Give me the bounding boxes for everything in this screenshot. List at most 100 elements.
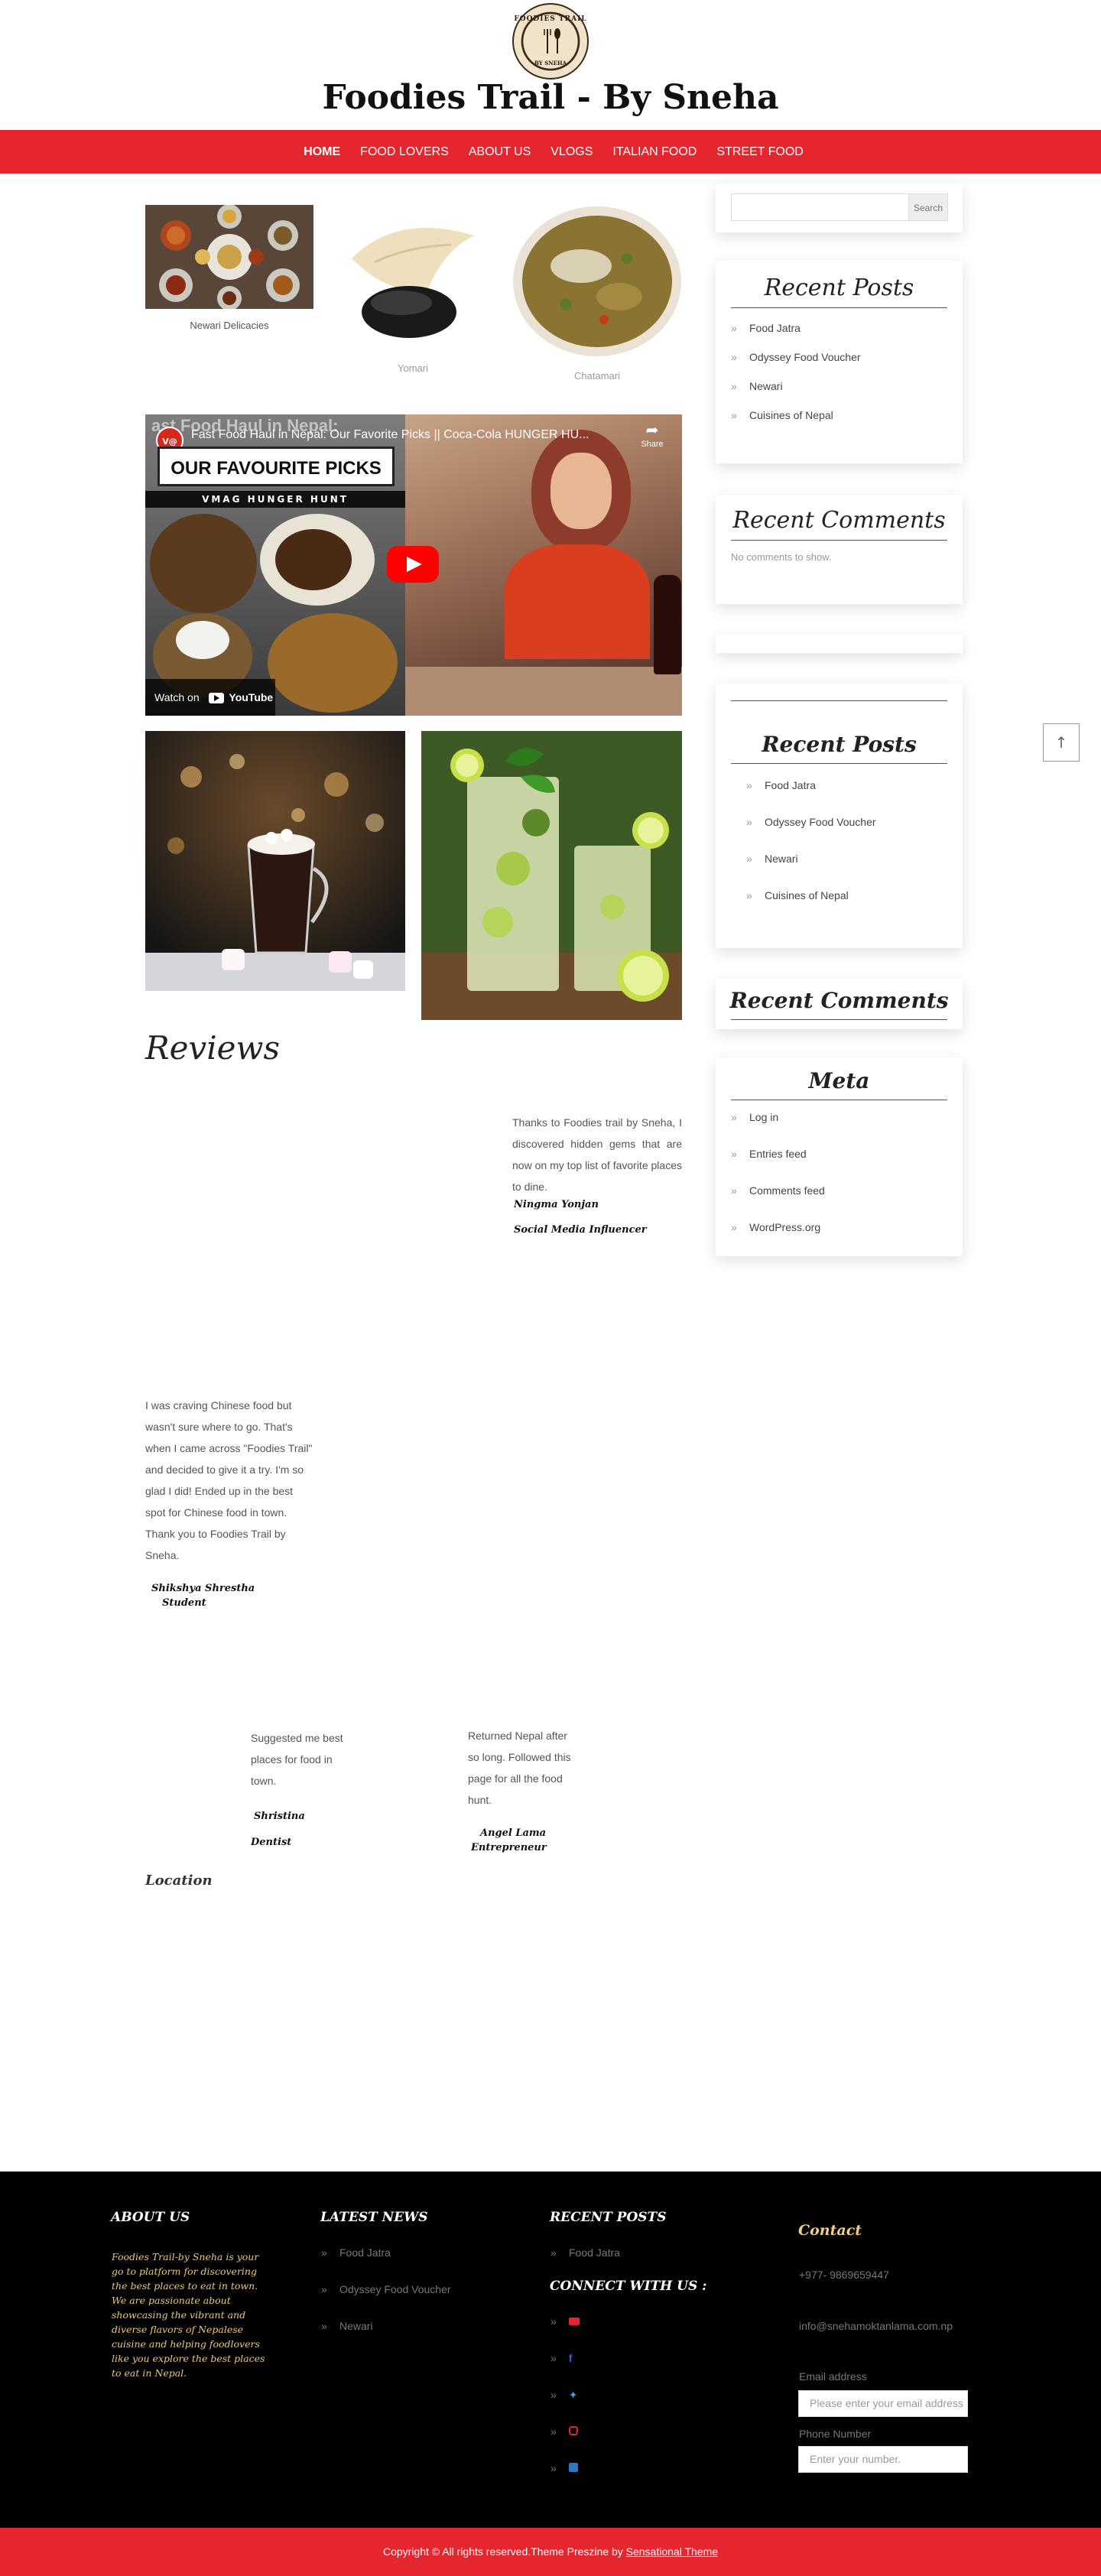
meta-link-comments-feed[interactable]: » Comments feed: [731, 1184, 947, 1221]
gallery-caption-newari: Newari Delicacies: [190, 320, 269, 331]
footer-email[interactable]: info@snehamoktanlama.com.np: [799, 2320, 953, 2332]
review-name-2: Shikshya Shrestha: [151, 1583, 255, 1594]
review-text-2: I was craving Chinese food but wasn't su…: [145, 1399, 313, 1561]
chevron-right-icon: »: [550, 2389, 557, 2401]
youtube-label: YouTube: [229, 691, 274, 703]
chevron-right-icon: »: [731, 1148, 737, 1160]
chevron-right-icon: »: [550, 2425, 557, 2438]
arrow-up-icon: ↑: [1054, 733, 1068, 752]
footer-news-link[interactable]: » Newari: [321, 2320, 451, 2357]
copyright-bar: Copyright © All rights reserved.Theme Pr…: [0, 2528, 1101, 2576]
image-mojito[interactable]: [421, 731, 682, 1020]
chevron-right-icon: »: [746, 853, 752, 865]
phone-field[interactable]: Enter your number.: [798, 2446, 968, 2473]
review-role-4: Entrepreneur: [471, 1842, 547, 1853]
site-title[interactable]: Foodies Trail - By Sneha: [0, 78, 1101, 117]
chevron-right-icon: »: [731, 1184, 737, 1197]
nav-item-home[interactable]: HOME: [294, 145, 350, 159]
meta-link-login[interactable]: » Log in: [731, 1111, 947, 1148]
recent-comments-widget-2: Recent Comments: [716, 979, 963, 1029]
footer-news-link[interactable]: » Odyssey Food Voucher: [321, 2283, 451, 2320]
video-subbanner: VMAG HUNGER HUNT: [145, 491, 405, 508]
review-role-3: Dentist: [251, 1837, 292, 1848]
chevron-right-icon: »: [321, 2246, 327, 2259]
utensils-icon: [544, 28, 560, 54]
nav-item-vlogs[interactable]: VLOGS: [541, 145, 602, 159]
recent-post-link[interactable]: » Cuisines of Nepal: [731, 409, 947, 438]
recent-post-link[interactable]: » Newari: [746, 853, 947, 889]
review-name-3: Shristina: [254, 1811, 305, 1822]
footer-latest-news-list: » Food Jatra » Odyssey Food Voucher » Newar…: [321, 2246, 451, 2357]
chevron-right-icon: »: [746, 816, 752, 828]
review-role-2: Student: [162, 1597, 206, 1609]
review-role-1: Social Media Influencer: [514, 1224, 647, 1236]
chevron-right-icon: »: [321, 2283, 327, 2295]
footer-about-text: Foodies Trail-by Sneha is your go to pla…: [112, 2251, 265, 2379]
recent-post-link[interactable]: » Newari: [731, 380, 947, 409]
share-label: Share: [641, 440, 664, 449]
footer-post-link[interactable]: » Food Jatra: [550, 2246, 620, 2269]
search-input[interactable]: [731, 193, 909, 221]
footer-recent-posts-title: RECENT POSTS: [550, 2210, 667, 2225]
watch-on-youtube-button[interactable]: Watch on YouTube: [145, 679, 275, 716]
gallery-image-chatamari[interactable]: [512, 205, 682, 358]
social-link-linkedin[interactable]: »: [550, 2462, 578, 2474]
footer-about-title: ABOUT US: [111, 2210, 190, 2225]
recent-post-link[interactable]: » Food Jatra: [731, 322, 947, 351]
gallery-caption-yomari: Yomari: [398, 362, 428, 374]
logo-text-top: FOODIES TRAIL: [514, 15, 587, 23]
nav-item-food-lovers[interactable]: FOOD LOVERS: [350, 145, 459, 159]
chevron-right-icon: »: [550, 2246, 557, 2259]
chevron-right-icon: »: [550, 2352, 557, 2364]
share-button[interactable]: ➦ Share: [633, 421, 671, 449]
copyright-text: Copyright © All rights reserved.Theme Pr…: [382, 2545, 626, 2558]
phone-field-label: Phone Number: [799, 2428, 872, 2440]
footer-news-link[interactable]: » Food Jatra: [321, 2246, 451, 2283]
no-comments-text: No comments to show.: [731, 551, 832, 563]
footer-phone[interactable]: +977- 9869659447: [799, 2269, 889, 2281]
reviews-title: Reviews: [145, 1029, 280, 1067]
location-title: Location: [145, 1873, 213, 1889]
recent-posts-title: Recent Posts: [764, 274, 914, 301]
instagram-icon: [568, 2426, 578, 2435]
footer-recent-posts-list: » Food Jatra: [550, 2246, 620, 2269]
youtube-video-embed[interactable]: ast Food Haul in Nepal: V@ Fast Food Hau…: [145, 414, 682, 716]
image-hot-chocolate[interactable]: [145, 731, 405, 991]
recent-post-link[interactable]: » Cuisines of Nepal: [746, 889, 947, 926]
recent-post-link[interactable]: » Odyssey Food Voucher: [731, 351, 947, 380]
theme-credit-link[interactable]: Sensational Theme: [626, 2545, 718, 2558]
share-icon: ➦: [645, 422, 659, 439]
recent-post-link[interactable]: » Odyssey Food Voucher: [746, 816, 947, 853]
gallery-caption-chatamari: Chatamari: [574, 370, 620, 382]
search-widget: Search: [716, 184, 963, 232]
social-link-instagram[interactable]: »: [550, 2425, 578, 2438]
recent-post-link[interactable]: » Food Jatra: [746, 779, 947, 816]
recent-posts-widget-2: Recent Posts » Food Jatra » Odyssey Food V…: [716, 684, 963, 948]
social-link-youtube[interactable]: »: [550, 2315, 580, 2327]
chevron-right-icon: »: [550, 2315, 557, 2327]
social-link-facebook[interactable]: » f: [550, 2352, 572, 2364]
nav-item-street-food[interactable]: STREET FOOD: [706, 145, 814, 159]
review-name-4: Angel Lama: [480, 1827, 547, 1839]
video-title[interactable]: Fast Food Haul in Nepal: Our Favorite Pi…: [191, 428, 619, 442]
chevron-right-icon: »: [321, 2320, 327, 2332]
site-logo[interactable]: FOODIES TRAIL BY SNEHA: [512, 3, 589, 80]
chevron-right-icon: »: [746, 779, 752, 791]
site-header: FOODIES TRAIL BY SNEHA Foodies Trail - B…: [0, 0, 1101, 130]
review-text-3: Suggested me best places for food in tow…: [251, 1732, 343, 1787]
play-button[interactable]: [387, 546, 439, 583]
meta-link-entries-feed[interactable]: » Entries feed: [731, 1148, 947, 1184]
nav-item-about-us[interactable]: ABOUT US: [459, 145, 541, 159]
video-banner: OUR FAVOURITE PICKS: [158, 447, 395, 486]
gallery-image-yomari[interactable]: [329, 205, 497, 349]
chevron-right-icon: »: [731, 1221, 737, 1233]
gallery-image-newari[interactable]: [145, 205, 313, 309]
meta-link-wordpress[interactable]: » WordPress.org: [731, 1221, 947, 1258]
email-field[interactable]: Please enter your email address: [798, 2390, 968, 2417]
nav-item-italian-food[interactable]: ITALIAN FOOD: [602, 145, 706, 159]
twitter-icon: ✦: [568, 2389, 578, 2401]
search-button[interactable]: Search: [908, 193, 948, 221]
scroll-to-top-button[interactable]: ↑: [1043, 723, 1080, 762]
chevron-right-icon: »: [550, 2462, 557, 2474]
social-link-twitter[interactable]: » ✦: [550, 2389, 578, 2402]
